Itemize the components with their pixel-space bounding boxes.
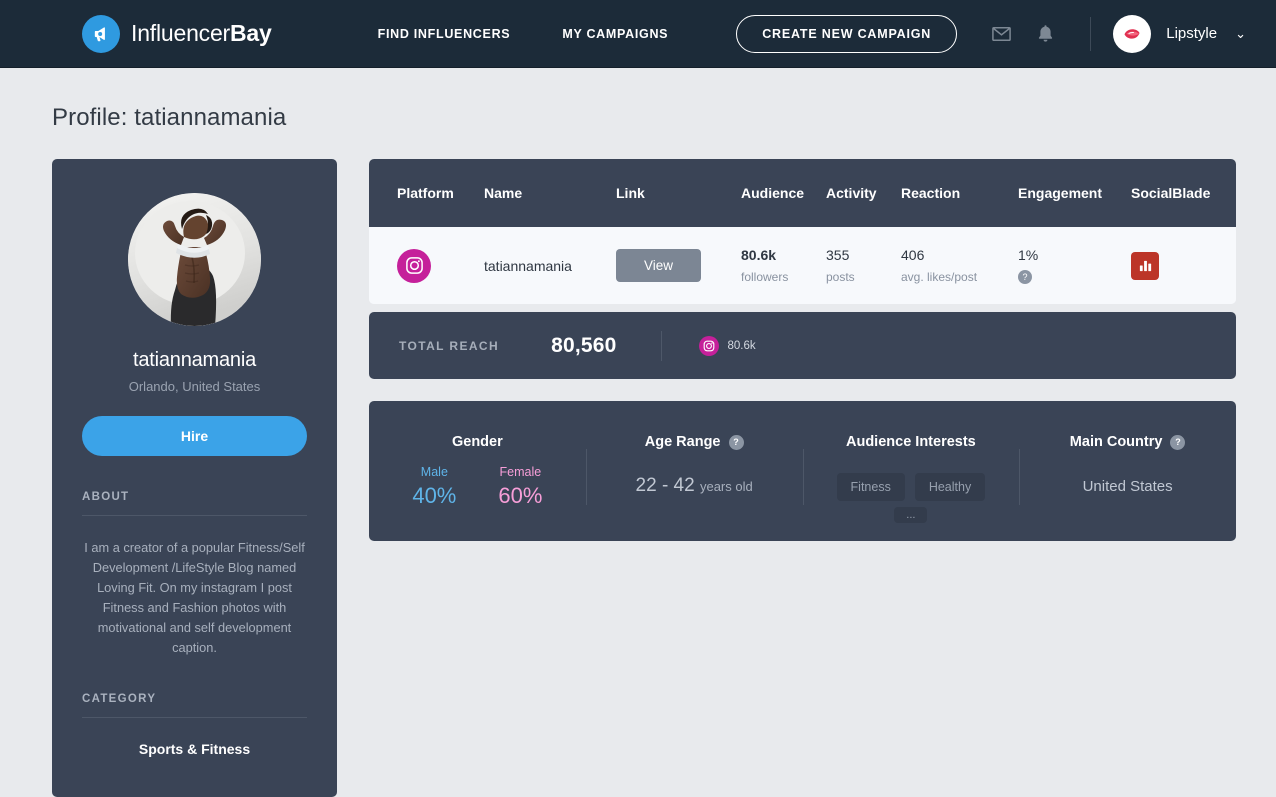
main-country-title: Main Country ? <box>1070 434 1186 450</box>
bell-icon[interactable] <box>1028 17 1062 51</box>
column-header-platform: Platform <box>397 185 454 201</box>
demographics-age-range: Age Range ? 22 - 42 years old <box>585 433 803 541</box>
column-header-link: Link <box>616 185 645 201</box>
male-label: Male <box>420 465 448 479</box>
brand-name-light: Influencer <box>131 20 231 46</box>
category-divider <box>82 717 307 718</box>
reach-platform-chip: 80.6k <box>698 335 756 356</box>
total-reach-value: 80,560 <box>551 333 617 357</box>
demographics-main-country: Main Country ? United States <box>1019 433 1236 541</box>
bar-chart-icon[interactable] <box>1131 251 1159 280</box>
gender-title-text: Gender <box>451 434 503 450</box>
column-header-activity: Activity <box>826 185 877 201</box>
brand-logo[interactable]: InfluencerBay <box>82 14 272 53</box>
main-nav: FIND INFLUENCERS MY CAMPAIGNS CREATE NEW… <box>352 14 958 53</box>
table-header-row: Platform Name Link Audience Activity Rea… <box>369 159 1236 227</box>
reaction-sublabel: avg. likes/post <box>901 270 978 284</box>
reach-divider <box>660 330 662 361</box>
about-divider <box>82 515 307 516</box>
cell-activity: 355 posts <box>826 247 901 284</box>
column-header-socialblade: SocialBlade <box>1131 185 1211 201</box>
reaction-value: 406 <box>901 247 925 263</box>
instagram-icon[interactable] <box>397 248 431 283</box>
envelope-icon[interactable] <box>984 17 1018 51</box>
female-value: 60% <box>498 483 543 508</box>
profile-sidebar-card: tatiannamania Orlando, United States Hir… <box>52 159 337 797</box>
page-title: Profile: tatiannamania <box>52 104 287 131</box>
age-range-title: Age Range ? <box>645 434 744 450</box>
age-range-title-text: Age Range <box>644 434 721 450</box>
cell-account-name: tatiannamania <box>484 257 572 274</box>
column-header-engagement: Engagement <box>1018 185 1103 201</box>
avatar[interactable] <box>1113 14 1152 53</box>
column-header-reaction: Reaction <box>901 185 961 201</box>
brand-name-bold: Bay <box>230 20 272 46</box>
gender-male: Male 40% <box>412 465 456 509</box>
cell-audience: 80.6k followers <box>741 247 826 284</box>
age-range-numbers: 22 - 42 <box>635 475 695 496</box>
total-reach-label: TOTAL REACH <box>399 338 500 353</box>
main-country-title-text: Main Country <box>1069 434 1163 450</box>
table-row: tatiannamania View 80.6k followers 355 p… <box>369 227 1236 304</box>
top-navigation-bar: InfluencerBay FIND INFLUENCERS MY CAMPAI… <box>0 0 1276 68</box>
profile-location: Orlando, United States <box>128 379 261 394</box>
gender-values: Male 40% Female 60% <box>369 465 586 509</box>
main-content: Platform Name Link Audience Activity Rea… <box>369 159 1236 541</box>
demographics-audience-interests: Audience Interests Fitness Healthy ... <box>802 433 1020 541</box>
header-divider <box>1090 16 1092 51</box>
about-section-label: ABOUT <box>82 491 130 503</box>
age-range-unit: years old <box>699 479 753 494</box>
interest-tag-fitness[interactable]: Fitness <box>836 473 905 501</box>
gender-female: Female 60% <box>498 465 542 509</box>
audience-value: 80.6k <box>741 247 777 263</box>
cell-engagement: 1% ? <box>1018 247 1131 285</box>
interest-more-button[interactable]: ... <box>894 507 928 523</box>
total-reach-bar: TOTAL REACH 80,560 80.6k <box>369 312 1236 379</box>
accounts-table: Platform Name Link Audience Activity Rea… <box>369 159 1236 304</box>
view-button[interactable]: View <box>616 249 702 282</box>
column-header-name: Name <box>484 185 523 201</box>
age-range-value: 22 - 42 years old <box>586 475 803 497</box>
female-label: Female <box>499 465 542 479</box>
cell-reaction: 406 avg. likes/post <box>901 247 1018 284</box>
column-header-audience: Audience <box>741 185 805 201</box>
main-country-value: United States <box>1082 478 1173 495</box>
cell-socialblade <box>1131 251 1221 280</box>
about-text: I am a creator of a popular Fitness/Self… <box>84 540 305 655</box>
nav-find-influencers[interactable]: FIND INFLUENCERS <box>352 27 537 41</box>
megaphone-icon <box>82 14 120 53</box>
activity-value: 355 <box>826 247 850 263</box>
category-value: Sports & Fitness <box>138 741 251 757</box>
instagram-icon <box>698 335 719 356</box>
brand-wordmark: InfluencerBay <box>131 20 272 47</box>
interest-tag-list: Fitness Healthy <box>803 473 1020 501</box>
audience-interests-title: Audience Interests <box>846 434 976 450</box>
category-section-label: CATEGORY <box>82 693 157 705</box>
activity-sublabel: posts <box>826 270 855 284</box>
gender-title: Gender <box>452 434 503 450</box>
user-name-label: Lipstyle <box>1166 25 1218 42</box>
demographics-panel: Gender Male 40% Female 60% Age Range ? 2… <box>369 401 1236 541</box>
cell-link: View <box>616 249 741 282</box>
profile-name: tatiannamania <box>132 349 257 371</box>
cell-platform <box>369 248 484 283</box>
nav-my-campaigns[interactable]: MY CAMPAIGNS <box>536 27 694 41</box>
reach-chip-value: 80.6k <box>727 339 756 352</box>
interest-tag-healthy[interactable]: Healthy <box>914 473 986 501</box>
create-new-campaign-button[interactable]: CREATE NEW CAMPAIGN <box>736 14 958 53</box>
audience-sublabel: followers <box>741 270 789 284</box>
demographics-gender: Gender Male 40% Female 60% <box>369 433 586 541</box>
profile-avatar-image <box>128 193 261 326</box>
main-country-help-icon[interactable]: ? <box>1170 434 1186 450</box>
engagement-help-icon[interactable]: ? <box>1018 269 1032 284</box>
audience-interests-title-text: Audience Interests <box>846 434 976 450</box>
chevron-down-icon[interactable]: ⌄ <box>1235 26 1246 42</box>
header-actions: Lipstyle ⌄ <box>974 14 1246 53</box>
hire-button[interactable]: Hire <box>82 416 307 456</box>
engagement-value: 1% <box>1018 246 1039 263</box>
male-value: 40% <box>412 483 457 508</box>
age-range-help-icon[interactable]: ? <box>728 434 744 450</box>
page-layout: tatiannamania Orlando, United States Hir… <box>0 132 1276 797</box>
